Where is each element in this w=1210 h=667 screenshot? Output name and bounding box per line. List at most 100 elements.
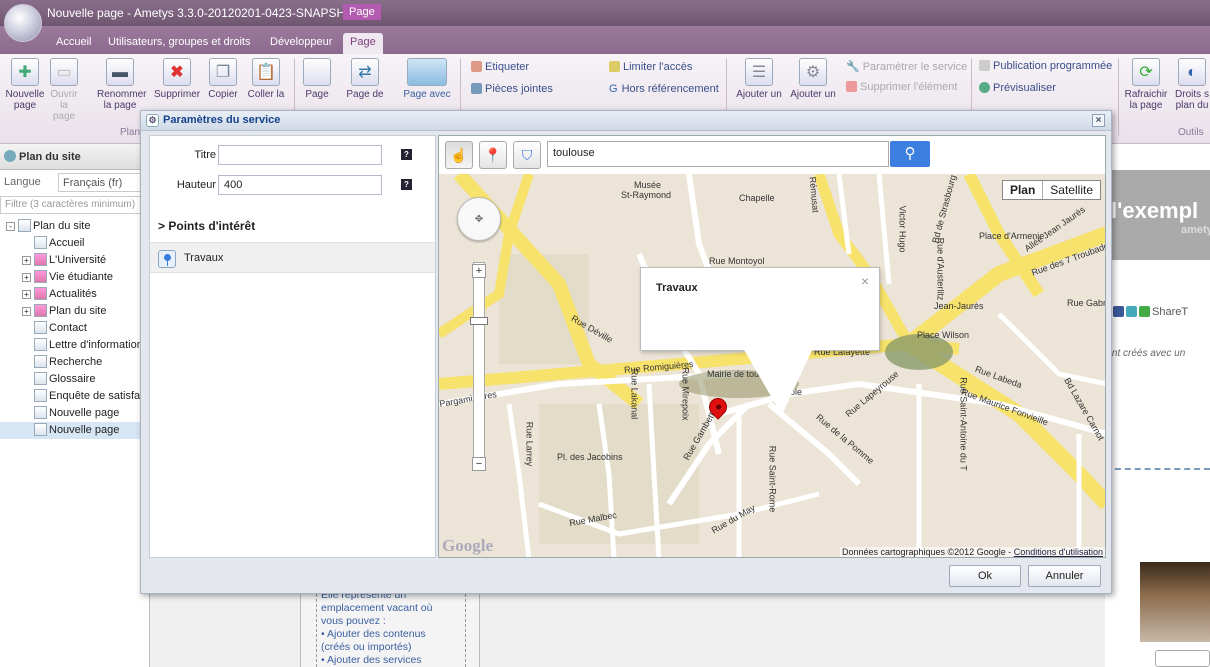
close-icon[interactable]: ×	[1092, 114, 1105, 127]
share-icon[interactable]	[1139, 306, 1150, 317]
configure-service-button[interactable]: 🔧 Paramétrer le service	[846, 60, 967, 73]
collapse-icon[interactable]: -	[6, 222, 15, 231]
pan-control-icon[interactable]: ✥	[457, 197, 501, 241]
info-window-title: Travaux	[656, 282, 698, 294]
attachments-button[interactable]: Pièces jointes	[471, 83, 553, 95]
map-toolbar: ☝ 📍 ⛉ toulouse ⚲	[439, 136, 1105, 174]
page-widget	[1155, 650, 1210, 667]
expand-icon[interactable]: +	[22, 307, 31, 316]
attachments-label: Pièces jointes	[485, 83, 553, 95]
tree-node-label: Vie étudiante	[49, 271, 114, 283]
remove-element-button[interactable]: Supprimer l'élément	[846, 81, 957, 93]
page-from-button[interactable]: ⇄ Page de	[343, 58, 387, 100]
facebook-icon[interactable]	[1113, 306, 1124, 317]
tree-node[interactable]: Contact	[0, 320, 149, 337]
map-search-input[interactable]: toulouse	[547, 141, 889, 167]
tree-node[interactable]: Recherche	[0, 354, 149, 371]
search-icon[interactable]: ⚲	[890, 141, 930, 167]
tree-node[interactable]: Nouvelle page	[0, 405, 149, 422]
expand-icon[interactable]: +	[22, 290, 31, 299]
tree-node[interactable]: Accueil	[0, 235, 149, 252]
ok-button[interactable]: Ok	[949, 565, 1021, 587]
remove-element-label: Supprimer l'élément	[860, 81, 958, 93]
tab-accueil[interactable]: Accueil	[56, 36, 91, 48]
rename-icon: ▬	[106, 58, 134, 86]
map-canvas[interactable]: Plan Satellite Musée St-Raymond Chapelle Ru…	[439, 145, 1105, 557]
link-page-icon: ⇄	[351, 58, 379, 86]
tree-node[interactable]: + L'Université	[0, 252, 149, 269]
tag-button[interactable]: Etiqueter	[471, 61, 529, 73]
map-type-plan[interactable]: Plan	[1003, 181, 1044, 199]
zoom-handle[interactable]	[470, 317, 488, 325]
map-street-label: Musée	[634, 180, 662, 190]
tab-page[interactable]: Page	[343, 33, 383, 54]
wrench-icon: 🔧	[846, 61, 860, 73]
tree-node[interactable]: + Actualités	[0, 286, 149, 303]
tab-utilisateurs[interactable]: Utilisateurs, groupes et droits	[108, 36, 250, 48]
help-link-add-contents[interactable]: • Ajouter des contenus	[321, 628, 461, 641]
twitter-icon[interactable]	[1126, 306, 1137, 317]
add-marker-icon[interactable]: 📍	[479, 141, 507, 169]
refresh-page-button[interactable]: ⟳ Rafraichir la page	[1122, 58, 1170, 111]
rights-label2: plan du	[1175, 100, 1209, 111]
pan-hand-icon[interactable]: ☝	[445, 141, 473, 169]
page-with-button[interactable]: Page avec	[400, 58, 454, 100]
page-icon	[34, 355, 47, 368]
scheduled-publication-button[interactable]: Publication programmée	[979, 60, 1112, 72]
no-index-button[interactable]: G Hors référencement	[609, 83, 719, 95]
help-icon[interactable]: ?	[401, 179, 412, 190]
paste-icon: 📋	[252, 58, 280, 86]
map-type-satellite[interactable]: Satellite	[1043, 181, 1100, 199]
tree-node[interactable]: Glossaire	[0, 371, 149, 388]
ametys-logo-icon[interactable]	[4, 4, 42, 42]
cancel-button[interactable]: Annuler	[1028, 565, 1101, 587]
page-button[interactable]: Page	[300, 58, 334, 100]
page-label: Page	[305, 89, 329, 100]
language-select[interactable]: Français (fr)	[58, 173, 148, 192]
paste-label: Coller la	[247, 89, 285, 100]
zoom-out-icon[interactable]: −	[472, 457, 486, 471]
rights-icon: ◐	[1178, 58, 1206, 86]
delete-button[interactable]: ✖ Supprimer	[154, 58, 200, 100]
open-page-button[interactable]: ▭ Ouvrir la page	[49, 58, 79, 122]
poi-section-header[interactable]: > Points d'intérêt	[158, 219, 255, 233]
add-content-button[interactable]: ☰ Ajouter un	[733, 58, 785, 100]
terms-link[interactable]: Conditions d'utilisation	[1014, 547, 1103, 557]
map-street-label: Rue Lakanal	[629, 368, 640, 420]
add-service-button[interactable]: ⚙ Ajouter un	[788, 58, 838, 100]
preview-button[interactable]: Prévisualiser	[979, 82, 1056, 94]
copy-button[interactable]: ❐ Copier	[206, 58, 240, 100]
settings-icon: ⚙	[146, 114, 159, 127]
tree-node[interactable]: + Plan du site	[0, 303, 149, 320]
help-icon[interactable]: ?	[401, 149, 412, 160]
tree-node[interactable]: - Plan du site	[0, 218, 149, 235]
tab-developpeur[interactable]: Développeur	[270, 36, 332, 48]
tree-node[interactable]: + Vie étudiante	[0, 269, 149, 286]
page-icon	[34, 304, 47, 317]
page-icon	[34, 270, 47, 283]
filter-input[interactable]: Filtre (3 caractères minimum)	[0, 196, 149, 214]
limit-access-button[interactable]: Limiter l'accès	[609, 61, 692, 73]
tree-node[interactable]: Enquête de satisfa	[0, 388, 149, 405]
paste-button[interactable]: 📋 Coller la	[246, 58, 286, 100]
empty-zone-help-text: Elle représente un emplacement vacant où…	[316, 589, 466, 667]
refresh-label2: la page	[1129, 100, 1163, 111]
share-label: ShareT	[1152, 306, 1189, 318]
close-icon[interactable]: ×	[861, 273, 869, 289]
title-input[interactable]	[218, 145, 382, 165]
zoom-in-icon[interactable]: +	[472, 264, 486, 278]
tree-node[interactable]: Lettre d'information	[0, 337, 149, 354]
height-input[interactable]: 400	[218, 175, 382, 195]
map-type-switch: Plan Satellite	[1001, 180, 1101, 200]
zoom-slider[interactable]	[473, 262, 485, 467]
expand-icon[interactable]: +	[22, 256, 31, 265]
help-link-add-services[interactable]: • Ajouter des services	[321, 654, 461, 667]
google-logo[interactable]: Google	[442, 536, 493, 556]
draw-shape-icon[interactable]: ⛉	[513, 141, 541, 169]
tree-node[interactable]: Nouvelle page	[0, 422, 149, 439]
expand-icon[interactable]: +	[22, 273, 31, 282]
new-page-button[interactable]: ✚ Nouvelle page	[5, 58, 45, 111]
rename-page-button[interactable]: ▬ Renommer la page	[97, 58, 146, 111]
poi-list-item[interactable]: Travaux	[150, 242, 435, 273]
sitemap-rights-button[interactable]: ◐ Droits s plan du	[1172, 58, 1210, 111]
